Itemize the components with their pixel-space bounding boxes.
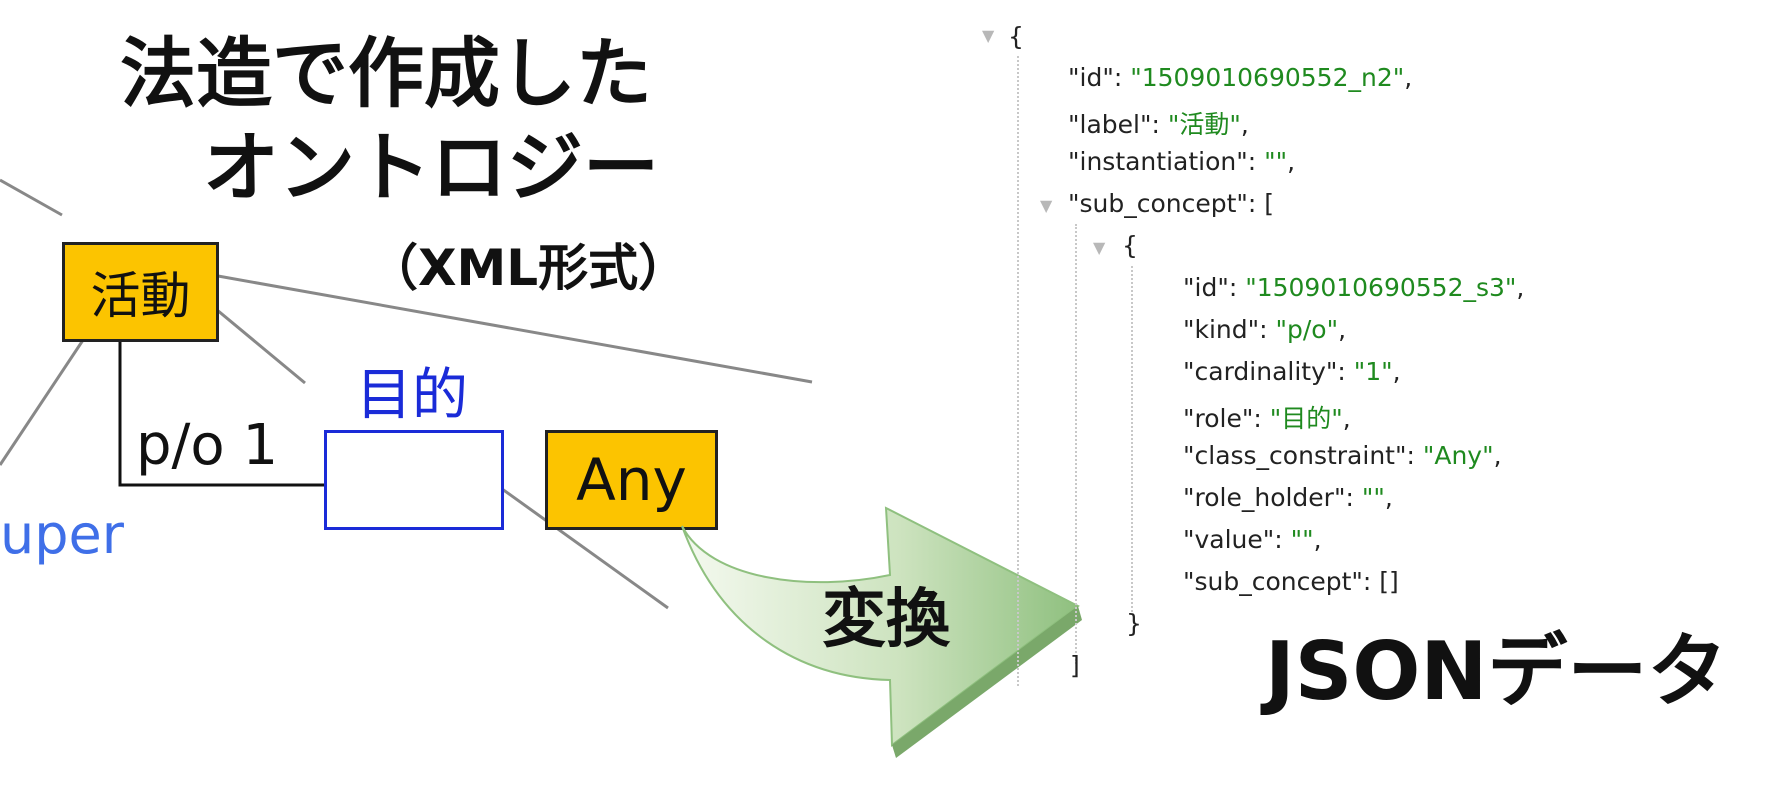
conversion-label: 変換 [822,583,950,657]
json-line-inner-id: "id": "1509010690552_s3", [1183,273,1525,302]
indent-guide [1075,224,1077,664]
json-line-class-constraint: "class_constraint": "Any", [1183,441,1502,470]
json-inner-open-brace: { [1122,231,1138,260]
super-label-fragment: uper [0,503,124,566]
json-line-inner-sub-concept: "sub_concept": [] [1183,567,1399,596]
collapse-toggle-icon[interactable]: ▼ [982,26,994,45]
role-label: 目的 [356,363,468,428]
json-line-id: "id": "1509010690552_n2", [1068,63,1413,92]
role-holder-box[interactable] [324,430,504,530]
json-close-bracket: ] [1070,651,1080,680]
json-line-value: "value": "", [1183,525,1322,554]
collapse-toggle-icon[interactable]: ▼ [1040,196,1052,215]
title-line-1: 法造で作成した [120,29,652,118]
title-line-2: オントロジー [203,123,659,212]
json-open-brace: { [1008,22,1024,51]
json-line-sub-concept: "sub_concept": [ [1068,189,1275,218]
json-line-kind: "kind": "p/o", [1183,315,1347,344]
title-line-3: （XML形式） [368,239,689,297]
json-line-cardinality: "cardinality": "1", [1183,357,1401,386]
json-line-label: "label": "活動", [1068,110,1249,139]
concept-label: 活動 [90,267,191,325]
json-inner-close-brace: } [1126,609,1142,638]
indent-guide [1131,266,1133,612]
connector-line [204,298,306,385]
concept-node-activity[interactable]: 活動 [62,242,219,342]
json-line-instantiation: "instantiation": "", [1068,147,1296,176]
connector-line [0,178,63,217]
json-data-title: JSONデータ [1265,625,1728,718]
collapse-toggle-icon[interactable]: ▼ [1093,238,1105,257]
indent-guide [1017,56,1019,686]
json-line-role-holder: "role_holder": "", [1183,483,1393,512]
relation-label: p/o 1 [136,413,279,478]
json-line-role: "role": "目的", [1183,404,1351,433]
